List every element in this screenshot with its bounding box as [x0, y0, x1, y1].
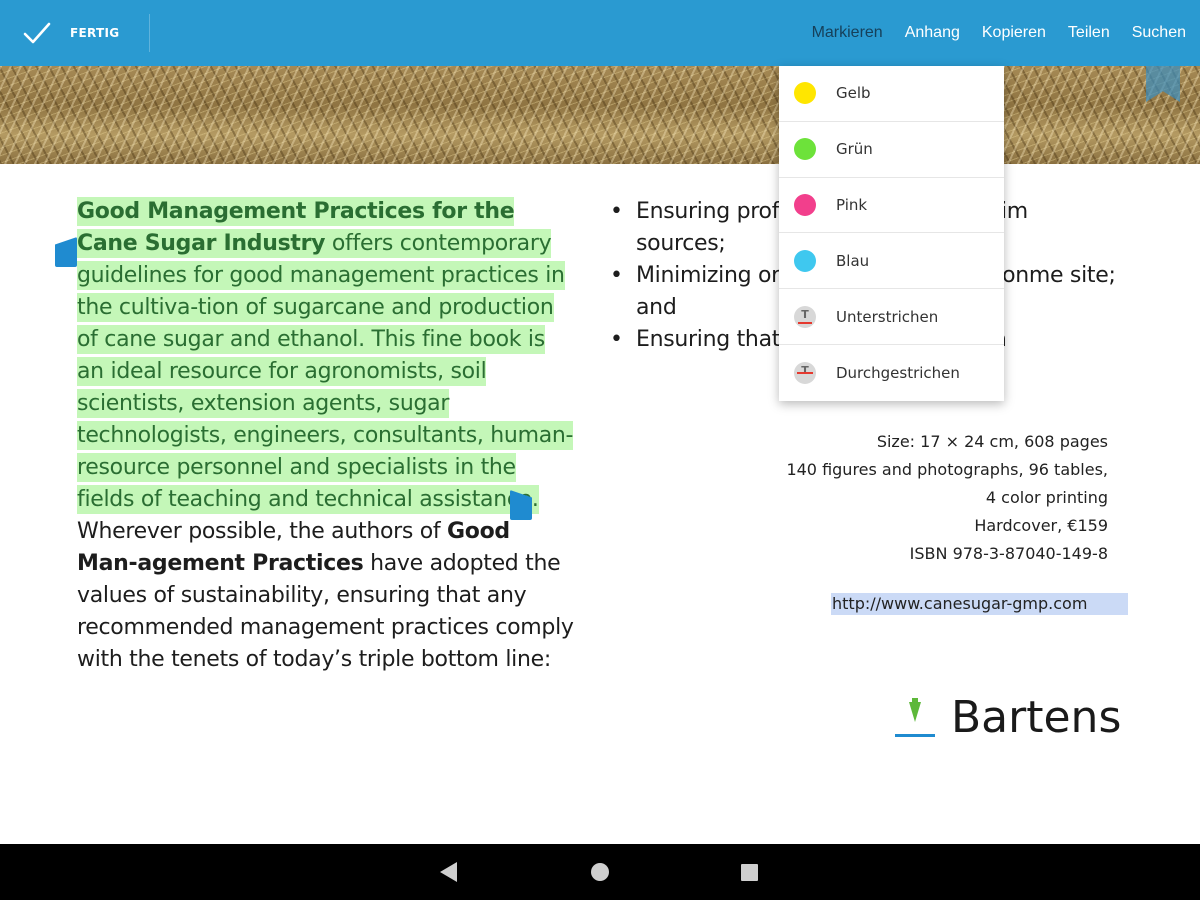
detail-figures: 140 figures and photographs, 96 tables, [786, 460, 1108, 479]
highlight-button[interactable]: Markieren [812, 24, 883, 42]
menu-item-label: Unterstrichen [836, 307, 939, 326]
paragraph-text-start: Wherever possible, the authors of [77, 519, 448, 544]
pink-swatch-icon [794, 193, 816, 216]
detail-size: Size: 17 × 24 cm, 608 pages [876, 432, 1108, 451]
copy-button[interactable]: Kopieren [982, 24, 1046, 42]
highlighted-text: offers contemporary guidelines for good … [77, 231, 574, 512]
bartens-logo-icon [895, 698, 935, 737]
publisher-logo: Bartens [895, 690, 1125, 746]
recent-apps-icon[interactable] [741, 864, 758, 881]
done-button[interactable]: FERTIG [70, 26, 119, 40]
blue-swatch-icon [794, 249, 816, 272]
yellow-swatch-icon [794, 82, 816, 105]
publisher-name: Bartens [951, 692, 1122, 743]
menu-item-label: Durchgestrichen [836, 363, 960, 382]
menu-item-label: Gelb [836, 84, 871, 103]
menu-item-underline[interactable]: T Unterstrichen [779, 289, 1004, 345]
toolbar-divider [149, 14, 150, 52]
highlighted-paragraph[interactable]: Good Management Practices for the Cane S… [77, 196, 577, 516]
left-column: Good Management Practices for the Cane S… [77, 196, 577, 676]
menu-item-label: Grün [836, 140, 873, 159]
detail-price: Hardcover, €159 [974, 516, 1108, 535]
selection-start-handle[interactable] [55, 237, 77, 267]
menu-item-strikethrough[interactable]: T Durchgestrichen [779, 345, 1004, 401]
detail-printing: 4 color printing [985, 488, 1108, 507]
checkmark-icon[interactable] [22, 20, 52, 46]
menu-item-green[interactable]: Grün [779, 122, 1004, 178]
detail-isbn: ISBN 978-3-87040-149-8 [909, 544, 1108, 563]
website-link[interactable]: http://www.canesugar-gmp.com [831, 593, 1128, 615]
highlight-menu: Gelb Grün Pink Blau T Unterstrichen T Du… [779, 66, 1004, 401]
menu-item-pink[interactable]: Pink [779, 178, 1004, 234]
share-button[interactable]: Teilen [1068, 24, 1110, 42]
bookmark-icon[interactable] [1146, 66, 1180, 102]
underline-icon: T [794, 305, 816, 328]
menu-item-label: Blau [836, 251, 870, 270]
menu-item-label: Pink [836, 195, 868, 214]
top-action-bar: FERTIG Markieren Anhang Kopieren Teilen … [0, 0, 1200, 66]
cover-image [0, 66, 1200, 164]
menu-item-blue[interactable]: Blau [779, 233, 1004, 290]
toolbar-actions: Markieren Anhang Kopieren Teilen Suchen [812, 0, 1200, 66]
body-paragraph: Wherever possible, the authors of Good M… [77, 516, 577, 676]
strikethrough-icon: T [794, 361, 816, 384]
home-icon[interactable] [591, 863, 609, 881]
back-icon[interactable] [440, 862, 457, 882]
green-swatch-icon [794, 138, 816, 161]
attachment-button[interactable]: Anhang [905, 24, 960, 42]
search-button[interactable]: Suchen [1132, 24, 1186, 42]
book-details: Size: 17 × 24 cm, 608 pages 140 figures … [786, 428, 1108, 568]
menu-item-yellow[interactable]: Gelb [779, 66, 1004, 122]
